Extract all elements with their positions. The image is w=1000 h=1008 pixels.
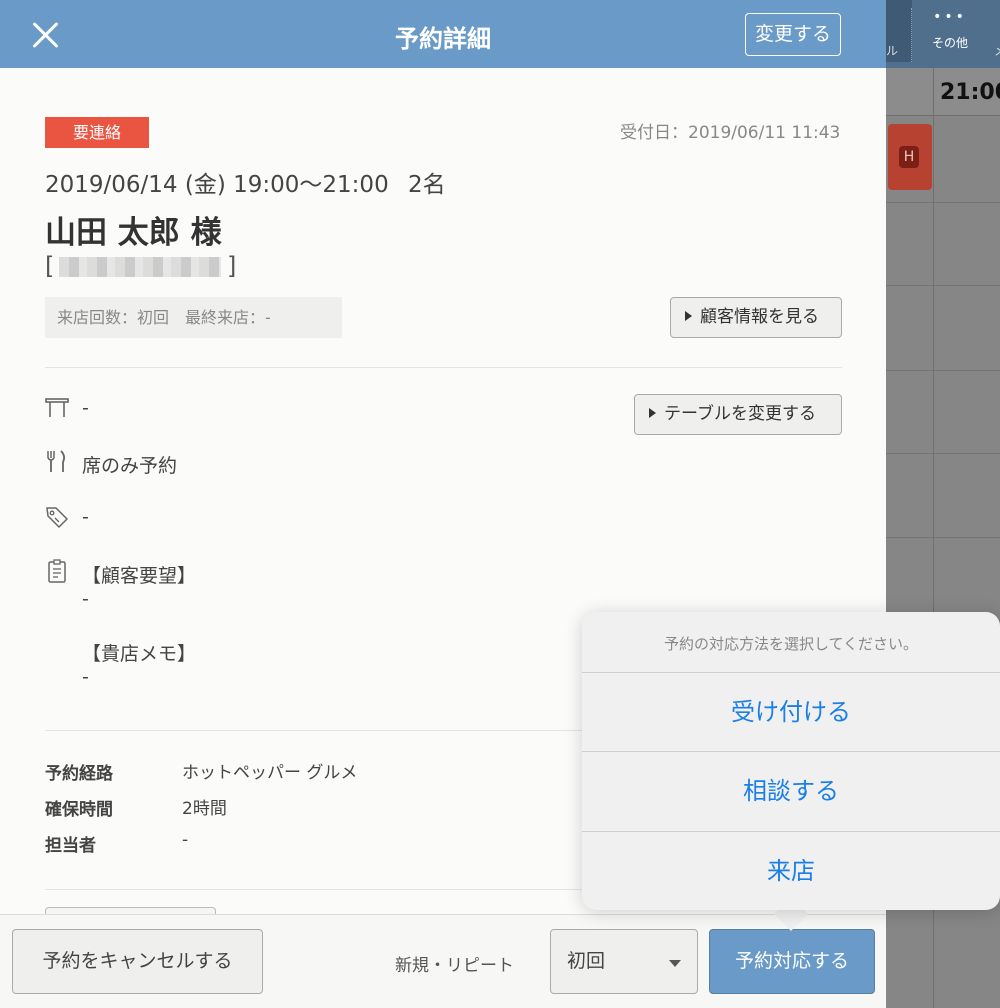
duration-value: 2時間 (182, 799, 227, 819)
triangle-right-icon (649, 408, 656, 418)
store-memo-heading: 【貴店メモ】 (82, 643, 197, 665)
time-header-label: 21:00 (940, 80, 1000, 105)
customer-request-heading: 【顧客要望】 (82, 565, 197, 587)
respond-reservation-button[interactable]: 予約対応する (709, 929, 875, 994)
change-table-label: テーブルを変更する (664, 404, 816, 424)
visit-type-value: 初回 (567, 950, 606, 972)
grid-row-line (886, 370, 1000, 371)
table-icon (45, 398, 69, 417)
hotpepper-icon: H (899, 146, 919, 168)
more-button[interactable]: ••• その他 (922, 10, 978, 51)
grid-row-line (886, 453, 1000, 454)
received-date: 受付日：2019/06/11 11:43 (620, 123, 841, 143)
triangle-right-icon (685, 311, 692, 321)
phone-open-bracket: [ (45, 252, 55, 280)
more-label: その他 (931, 36, 968, 50)
view-customer-label: 顧客情報を見る (700, 307, 819, 327)
store-memo-value: - (82, 666, 89, 688)
new-repeat-label: 新規・リピート (395, 956, 514, 976)
change-table-button[interactable]: テーブルを変更する (634, 394, 842, 435)
fork-knife-icon (47, 450, 66, 472)
route-value: ホットペッパー グルメ (182, 763, 358, 783)
edit-button[interactable]: 変更する (745, 13, 841, 56)
consult-option[interactable]: 相談する (582, 751, 1000, 830)
status-badge: 要連絡 (45, 117, 149, 148)
table-value: - (82, 397, 89, 419)
popover-prompt: 予約の対応方法を選択してください。 (663, 635, 919, 653)
reservation-datetime: 2019/06/14 (金) 19:00〜21:00 2名 (45, 165, 446, 199)
clipboard-icon (48, 559, 66, 583)
course-value: 席のみ予約 (82, 455, 178, 477)
duration-label: 確保時間 (45, 800, 113, 820)
visit-history: 来店回数：初回 最終来店：- (45, 297, 342, 338)
view-customer-button[interactable]: 顧客情報を見る (670, 297, 842, 338)
grid-row-line (886, 202, 1000, 203)
background-tab-label: ル (886, 44, 899, 58)
grid-row-line (886, 285, 1000, 286)
background-edge-label: メ (994, 42, 1000, 59)
phone-close-bracket: ] (227, 252, 237, 280)
route-label: 予約経路 (45, 764, 113, 784)
grid-row-line (886, 537, 1000, 538)
response-options-popover: 予約の対応方法を選択してください。 受け付ける 相談する 来店 (582, 612, 1000, 910)
cancel-reservation-button[interactable]: 予約をキャンセルする (12, 929, 263, 994)
staff-label: 担当者 (45, 836, 96, 856)
visit-type-select[interactable]: 初回 (550, 929, 698, 994)
caret-down-icon (669, 960, 681, 967)
accept-option[interactable]: 受け付ける (582, 672, 1000, 751)
divider (45, 367, 842, 368)
more-dots-icon: ••• (933, 9, 967, 25)
party-size: 2名 (408, 172, 446, 198)
modal-footer: 予約をキャンセルする 新規・リピート 初回 予約対応する (0, 914, 886, 1008)
visit-option[interactable]: 来店 (582, 831, 1000, 910)
reservation-time: 2019/06/14 (金) 19:00〜21:00 (45, 172, 389, 198)
staff-value: - (182, 830, 189, 850)
tag-value: - (82, 506, 89, 528)
customer-request-value: - (82, 588, 89, 610)
customer-name: 山田 太郎 様 (45, 215, 222, 251)
modal-header: 予約詳細 変更する (0, 0, 886, 68)
toolbar-divider (911, 8, 912, 62)
phone-redacted (59, 257, 221, 277)
tag-icon (46, 507, 68, 528)
